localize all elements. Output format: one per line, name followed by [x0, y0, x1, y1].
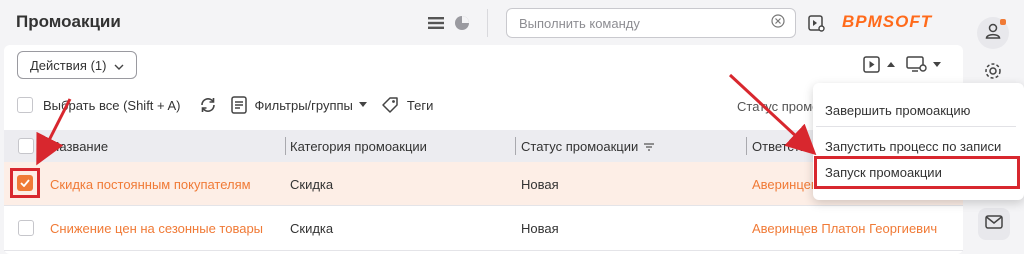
- arrow-to-checkbox: [36, 98, 72, 166]
- annotation-arrows: [36, 73, 817, 166]
- arrow-to-menu-item: [728, 73, 817, 156]
